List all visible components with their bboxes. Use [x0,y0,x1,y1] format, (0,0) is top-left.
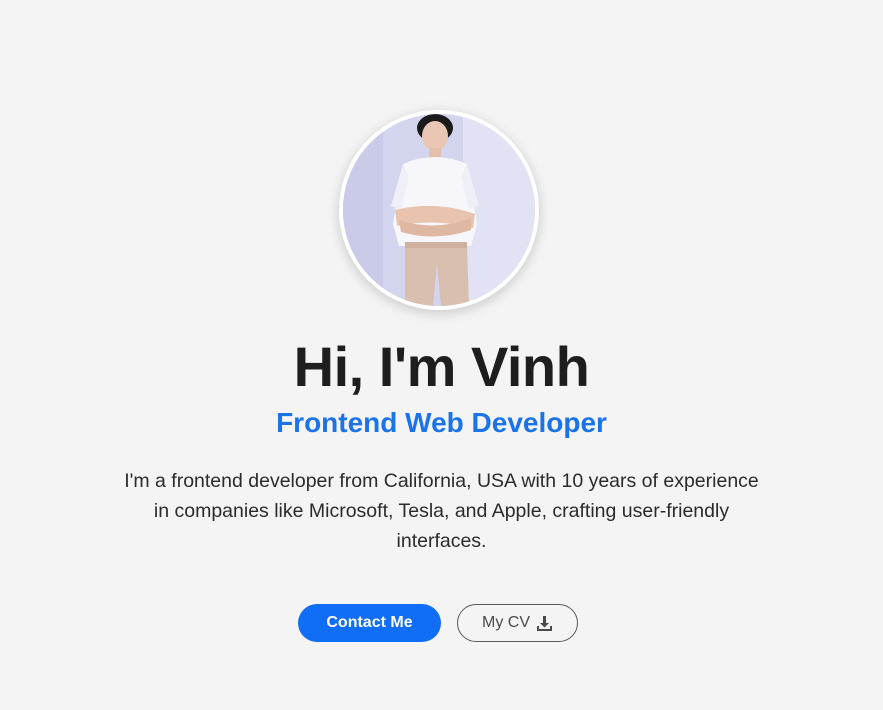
download-icon [536,615,553,632]
hero-section: Hi, I'm Vinh Frontend Web Developer I'm … [0,0,883,710]
my-cv-label: My CV [482,614,530,631]
my-cv-button[interactable]: My CV [457,604,578,642]
profile-avatar [339,110,539,310]
contact-me-label: Contact Me [326,614,413,631]
page-title: Hi, I'm Vinh [293,335,590,398]
intro-description: I'm a frontend developer from California… [124,470,759,552]
profile-photo [343,114,535,306]
job-title: Frontend Web Developer [276,407,607,438]
contact-me-button[interactable]: Contact Me [298,604,441,642]
